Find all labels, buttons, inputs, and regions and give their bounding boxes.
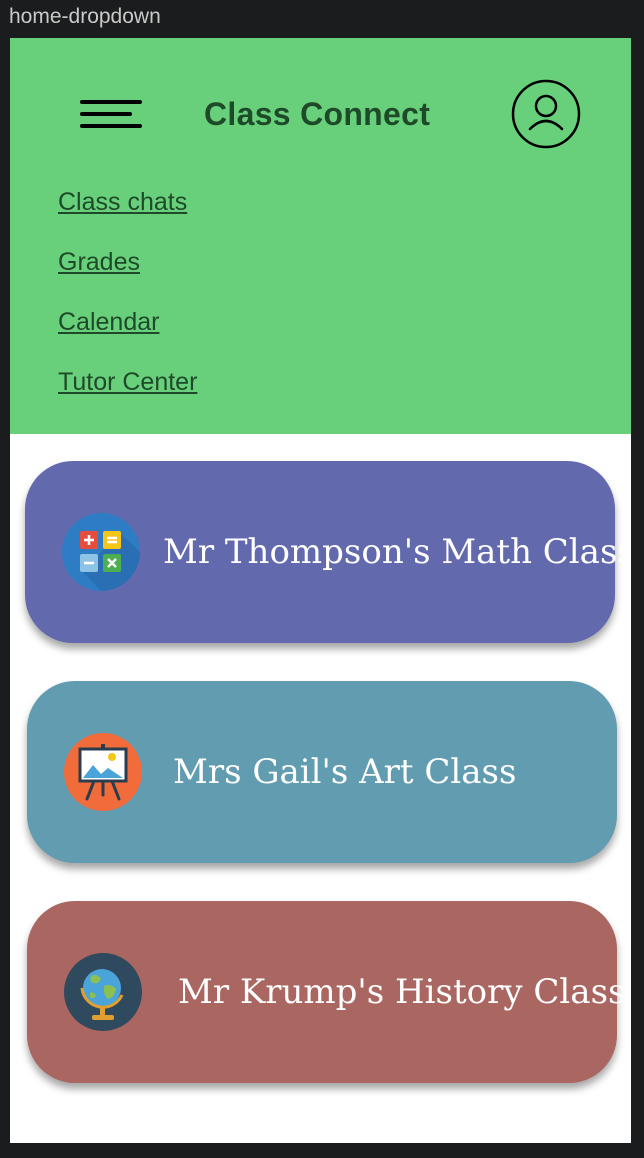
user-profile-icon[interactable] [511, 79, 581, 149]
calculator-icon [62, 513, 140, 591]
header: Class Connect Class chats Grades Calenda… [10, 38, 631, 434]
class-card-math[interactable]: Mr Thompson's Math Class [25, 461, 631, 643]
hamburger-menu-icon[interactable] [80, 100, 142, 132]
menu-item-calendar[interactable]: Calendar [58, 306, 197, 338]
app-screen: Class Connect Class chats Grades Calenda… [10, 38, 631, 1143]
dropdown-menu: Class chats Grades Calendar Tutor Center [58, 186, 197, 426]
menu-item-grades[interactable]: Grades [58, 246, 197, 278]
class-name: Mr Krump's History Class [178, 972, 626, 1012]
class-card-history[interactable]: Mr Krump's History Class [27, 901, 625, 1083]
menu-item-class-chats[interactable]: Class chats [58, 186, 197, 218]
app-title: Class Connect [204, 96, 431, 132]
easel-icon [64, 733, 142, 811]
class-name: Mrs Gail's Art Class [173, 752, 517, 792]
menu-item-tutor-center[interactable]: Tutor Center [58, 366, 197, 398]
class-card-art[interactable]: Mrs Gail's Art Class [27, 681, 617, 863]
window-title: home-dropdown [9, 5, 161, 28]
class-name: Mr Thompson's Math Class [163, 532, 631, 572]
globe-icon [64, 953, 142, 1031]
